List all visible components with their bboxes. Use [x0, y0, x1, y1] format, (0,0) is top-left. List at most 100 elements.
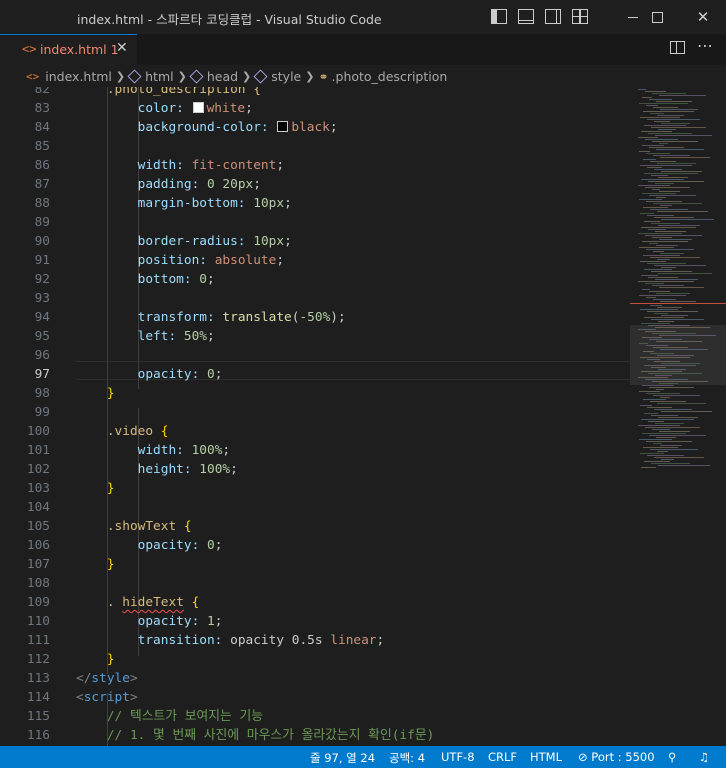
- minimap-line: [647, 167, 662, 168]
- split-editor-icon[interactable]: [670, 41, 685, 54]
- code-line[interactable]: 93: [0, 289, 630, 308]
- color-swatch[interactable]: [277, 121, 289, 132]
- code-line[interactable]: 106 opacity: 0;: [0, 536, 630, 555]
- code-punct: {: [160, 424, 169, 439]
- element-icon: [189, 69, 204, 84]
- code-line[interactable]: 88 margin-bottom: 10px;: [0, 194, 630, 213]
- code-line[interactable]: 110 opacity: 1;: [0, 612, 630, 631]
- customize-layout-icon[interactable]: [572, 9, 588, 24]
- code-punct: ;: [207, 272, 215, 287]
- toggle-primary-sidebar-icon[interactable]: [491, 9, 507, 24]
- code-line[interactable]: 113 </style>: [0, 669, 630, 688]
- encoding[interactable]: UTF-8: [441, 750, 475, 764]
- minimap-line: [660, 445, 682, 446]
- close-tab-icon[interactable]: ✕: [116, 40, 128, 56]
- more-actions-icon[interactable]: ⋯: [697, 36, 714, 55]
- minimap[interactable]: [630, 87, 726, 746]
- line-number: 88: [34, 196, 50, 211]
- code-line[interactable]: 105 .showText {: [0, 517, 630, 536]
- minimap-slider[interactable]: [630, 325, 726, 385]
- indentation[interactable]: 공백: 4: [389, 750, 425, 766]
- code-line[interactable]: 96: [0, 346, 630, 365]
- code-line[interactable]: 103 }: [0, 479, 630, 498]
- code-line[interactable]: 85: [0, 137, 630, 156]
- minimap-line: [646, 153, 670, 154]
- code-line[interactable]: 89: [0, 213, 630, 232]
- cursor-position[interactable]: 줄 97, 열 24: [310, 750, 375, 766]
- code-line[interactable]: 112 }: [0, 650, 630, 669]
- code-line[interactable]: 87 padding: 0 20px;: [0, 175, 630, 194]
- code-token: 0: [207, 367, 215, 382]
- chevron-right-icon: ❯: [177, 70, 187, 83]
- code-text: .photo_description {: [76, 87, 261, 99]
- code-text: .video {: [76, 422, 169, 441]
- code-punct: [269, 120, 277, 135]
- live-server-port[interactable]: ⊘ Port : 5500: [578, 750, 655, 764]
- minimap-line: [647, 311, 698, 312]
- code-line[interactable]: 82 .photo_description {: [0, 87, 630, 99]
- code-text: }: [76, 384, 115, 403]
- code-token: color:: [137, 101, 184, 116]
- code-line[interactable]: 107 }: [0, 555, 630, 574]
- breadcrumb-style[interactable]: style: [271, 69, 301, 84]
- code-line[interactable]: 99: [0, 403, 630, 422]
- color-swatch[interactable]: [192, 102, 204, 113]
- language-mode[interactable]: HTML: [530, 750, 562, 764]
- code-line[interactable]: 101 width: 100%;: [0, 441, 630, 460]
- code-line[interactable]: 108: [0, 574, 630, 593]
- breadcrumb-head[interactable]: head: [207, 69, 238, 84]
- breadcrumb-html[interactable]: html: [145, 69, 173, 84]
- notifications-bell-icon[interactable]: ♫: [699, 750, 709, 764]
- code-editor[interactable]: 82 .photo_description {83 color: white; 8…: [0, 87, 726, 746]
- code-line[interactable]: 94 transform: translate(-50%);: [0, 308, 630, 327]
- code-line[interactable]: 115 // 텍스트가 보여지는 기능: [0, 707, 630, 726]
- code-line[interactable]: 111 transition: opacity 0.5s linear;: [0, 631, 630, 650]
- code-line[interactable]: 95 left: 50%;: [0, 327, 630, 346]
- close-window-button[interactable]: ✕: [680, 0, 726, 34]
- feedback-icon[interactable]: ⚲: [668, 750, 676, 764]
- breadcrumb-file[interactable]: index.html: [45, 69, 112, 84]
- code-text: width: 100%;: [76, 441, 231, 460]
- code-token: script: [83, 690, 130, 705]
- code-token: .showText: [106, 519, 177, 534]
- code-line[interactable]: 92 bottom: 0;: [0, 270, 630, 289]
- minimap-line: [645, 139, 678, 140]
- code-punct: ;: [214, 538, 223, 553]
- tab-index-html[interactable]: <> index.html 1 ✕: [0, 34, 137, 65]
- line-number: 91: [34, 253, 50, 268]
- minimap-line: [639, 247, 674, 248]
- minimap-line: [645, 235, 702, 236]
- code-line[interactable]: 98 }: [0, 384, 630, 403]
- code-line[interactable]: 91 position: absolute;: [0, 251, 630, 270]
- minimap-line: [654, 169, 682, 170]
- close-icon: ✕: [696, 8, 710, 26]
- code-line[interactable]: 86 width: fit-content;: [0, 156, 630, 175]
- code-line[interactable]: 90 border-radius: 10px;: [0, 232, 630, 251]
- line-number: 85: [34, 139, 50, 154]
- code-line[interactable]: 100 .video {: [0, 422, 630, 441]
- code-line[interactable]: 109 . hideText {: [0, 593, 630, 612]
- code-line[interactable]: 114 <script>: [0, 688, 630, 707]
- code-token: .: [106, 595, 115, 610]
- code-line[interactable]: 116 // 1. 몇 번째 사진에 마우스가 올라갔는지 확인(if문): [0, 726, 630, 745]
- minimap-line: [649, 99, 672, 100]
- tab-bar: <> index.html 1 ✕: [0, 34, 726, 65]
- breadcrumb-selector[interactable]: .photo_description: [332, 69, 448, 84]
- code-token: translate: [222, 310, 292, 325]
- code-line[interactable]: 97 opacity: 0;: [0, 365, 630, 384]
- toggle-panel-icon[interactable]: [518, 9, 534, 24]
- code-punct: ;: [245, 101, 253, 116]
- minimap-line: [657, 163, 696, 164]
- minimap-line: [658, 321, 674, 322]
- minimap-line: [651, 175, 668, 176]
- end-of-line[interactable]: CRLF: [488, 750, 517, 764]
- minimap-line: [653, 395, 700, 396]
- toggle-secondary-sidebar-icon[interactable]: [545, 9, 561, 24]
- code-line[interactable]: 102 height: 100%;: [0, 460, 630, 479]
- minimap-line: [649, 387, 694, 388]
- code-line[interactable]: 83 color: white;: [0, 99, 630, 118]
- minimap-line: [652, 429, 670, 430]
- maximize-button[interactable]: [634, 0, 680, 34]
- code-line[interactable]: 104: [0, 498, 630, 517]
- code-line[interactable]: 84 background-color: black;: [0, 118, 630, 137]
